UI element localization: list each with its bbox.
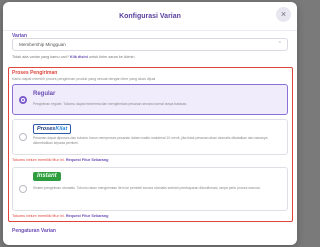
variant-select[interactable]: Membership Mingguan ⌃ — [12, 38, 288, 51]
hint-text: Tidak ada varian yang kamu cari? — [12, 55, 69, 59]
process-description: Kamu dapat memilih proses pengiriman pro… — [12, 77, 156, 81]
modal-title: Konfigurasi Varian — [119, 12, 181, 20]
proses-kilat-logo: Proses Kilat — [33, 124, 72, 134]
option-instant-card[interactable]: Instant Sistem pengiriman otomatis. Toko… — [12, 167, 288, 211]
process-title: Proses Pengiriman — [12, 70, 58, 76]
close-icon[interactable]: × — [276, 7, 291, 22]
instant-logo: Instant — [33, 172, 61, 181]
regular-radio[interactable] — [19, 96, 27, 104]
option-regular-card[interactable]: Regular Pengiriman reguler. Tokomu dapat… — [12, 84, 288, 115]
regular-name: Regular — [33, 91, 56, 97]
variant-config-modal: Konfigurasi Varian × Varian Membership M… — [3, 2, 297, 245]
kilat-warning: Tokomu belum memiliki fitur ini. Request… — [12, 158, 108, 162]
hint-suffix: untuk kirim saran ke Admin — [88, 55, 135, 59]
variant-hint: Tidak ada varian yang kamu cari? Klik di… — [12, 55, 135, 59]
instant-warning-text: Tokomu belum memiliki fitur ini. — [12, 214, 65, 218]
regular-description: Pengiriman reguler. Tokomu dapat menerim… — [33, 102, 188, 106]
option-kilat-card[interactable]: Proses Kilat Pesanan dapat diproses dan t… — [12, 119, 288, 155]
instant-description: Sistem pengiriman otomatis. Tokomu akan … — [33, 186, 261, 190]
kilat-request-link[interactable]: Request Fitur Sekarang — [66, 158, 109, 162]
modal-header: Konfigurasi Varian × — [3, 2, 297, 31]
instant-radio[interactable] — [19, 185, 27, 193]
chevron-icon: ⌃ — [277, 41, 282, 47]
kilat-warning-text: Tokomu belum memiliki fitur ini. — [12, 158, 65, 162]
kilat-radio[interactable] — [19, 133, 27, 141]
variant-selected-value: Membership Mingguan — [19, 42, 66, 47]
variant-settings-label: Pengaturan Varian — [12, 228, 56, 234]
instant-request-link[interactable]: Request Fitur Sekarang — [66, 214, 109, 218]
kilat-description: Pesanan dapat diproses dan tokomu harus … — [33, 136, 268, 145]
suggest-link[interactable]: Klik disini — [70, 55, 88, 59]
instant-warning: Tokomu belum memiliki fitur ini. Request… — [12, 214, 108, 218]
